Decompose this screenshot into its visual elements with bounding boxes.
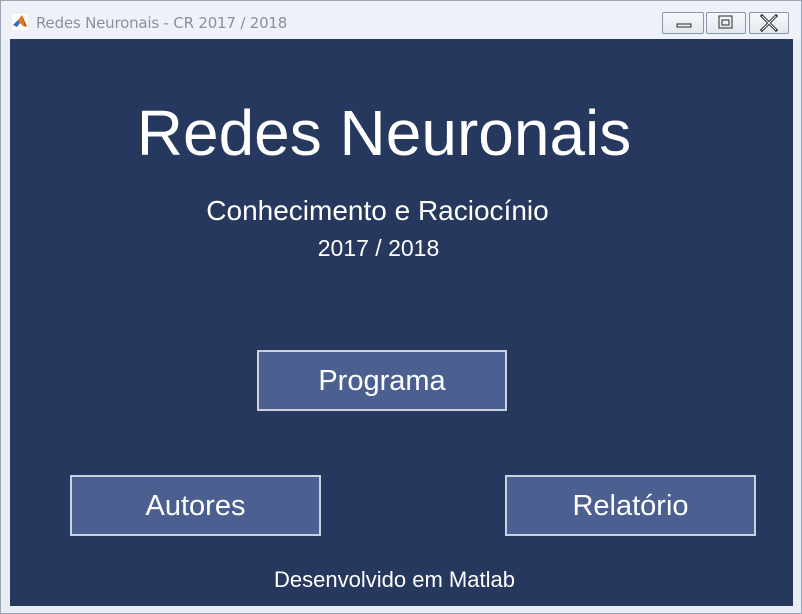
- close-icon: [759, 13, 779, 33]
- minimize-button[interactable]: [662, 12, 704, 34]
- programa-button[interactable]: Programa: [257, 350, 507, 411]
- app-window: Redes Neuronais - CR 2017 / 2018 Redes N…: [0, 0, 802, 614]
- academic-year: 2017 / 2018: [317, 235, 440, 261]
- autores-button[interactable]: Autores: [70, 475, 321, 536]
- window-title: Redes Neuronais - CR 2017 / 2018: [36, 14, 288, 32]
- title-bar[interactable]: Redes Neuronais - CR 2017 / 2018: [1, 1, 801, 39]
- minimize-icon: [676, 23, 692, 28]
- course-subtitle: Conhecimento e Raciocínio: [206, 195, 549, 226]
- matlab-logo-icon: [12, 14, 28, 30]
- footer-text: Desenvolvido em Matlab: [274, 567, 515, 592]
- main-panel: Redes Neuronais Conhecimento e Raciocíni…: [10, 39, 793, 606]
- maximize-button[interactable]: [706, 12, 746, 34]
- close-button[interactable]: [749, 12, 789, 34]
- page-title: Redes Neuronais: [136, 97, 632, 169]
- maximize-icon: [718, 15, 733, 29]
- relatorio-button[interactable]: Relatório: [505, 475, 756, 536]
